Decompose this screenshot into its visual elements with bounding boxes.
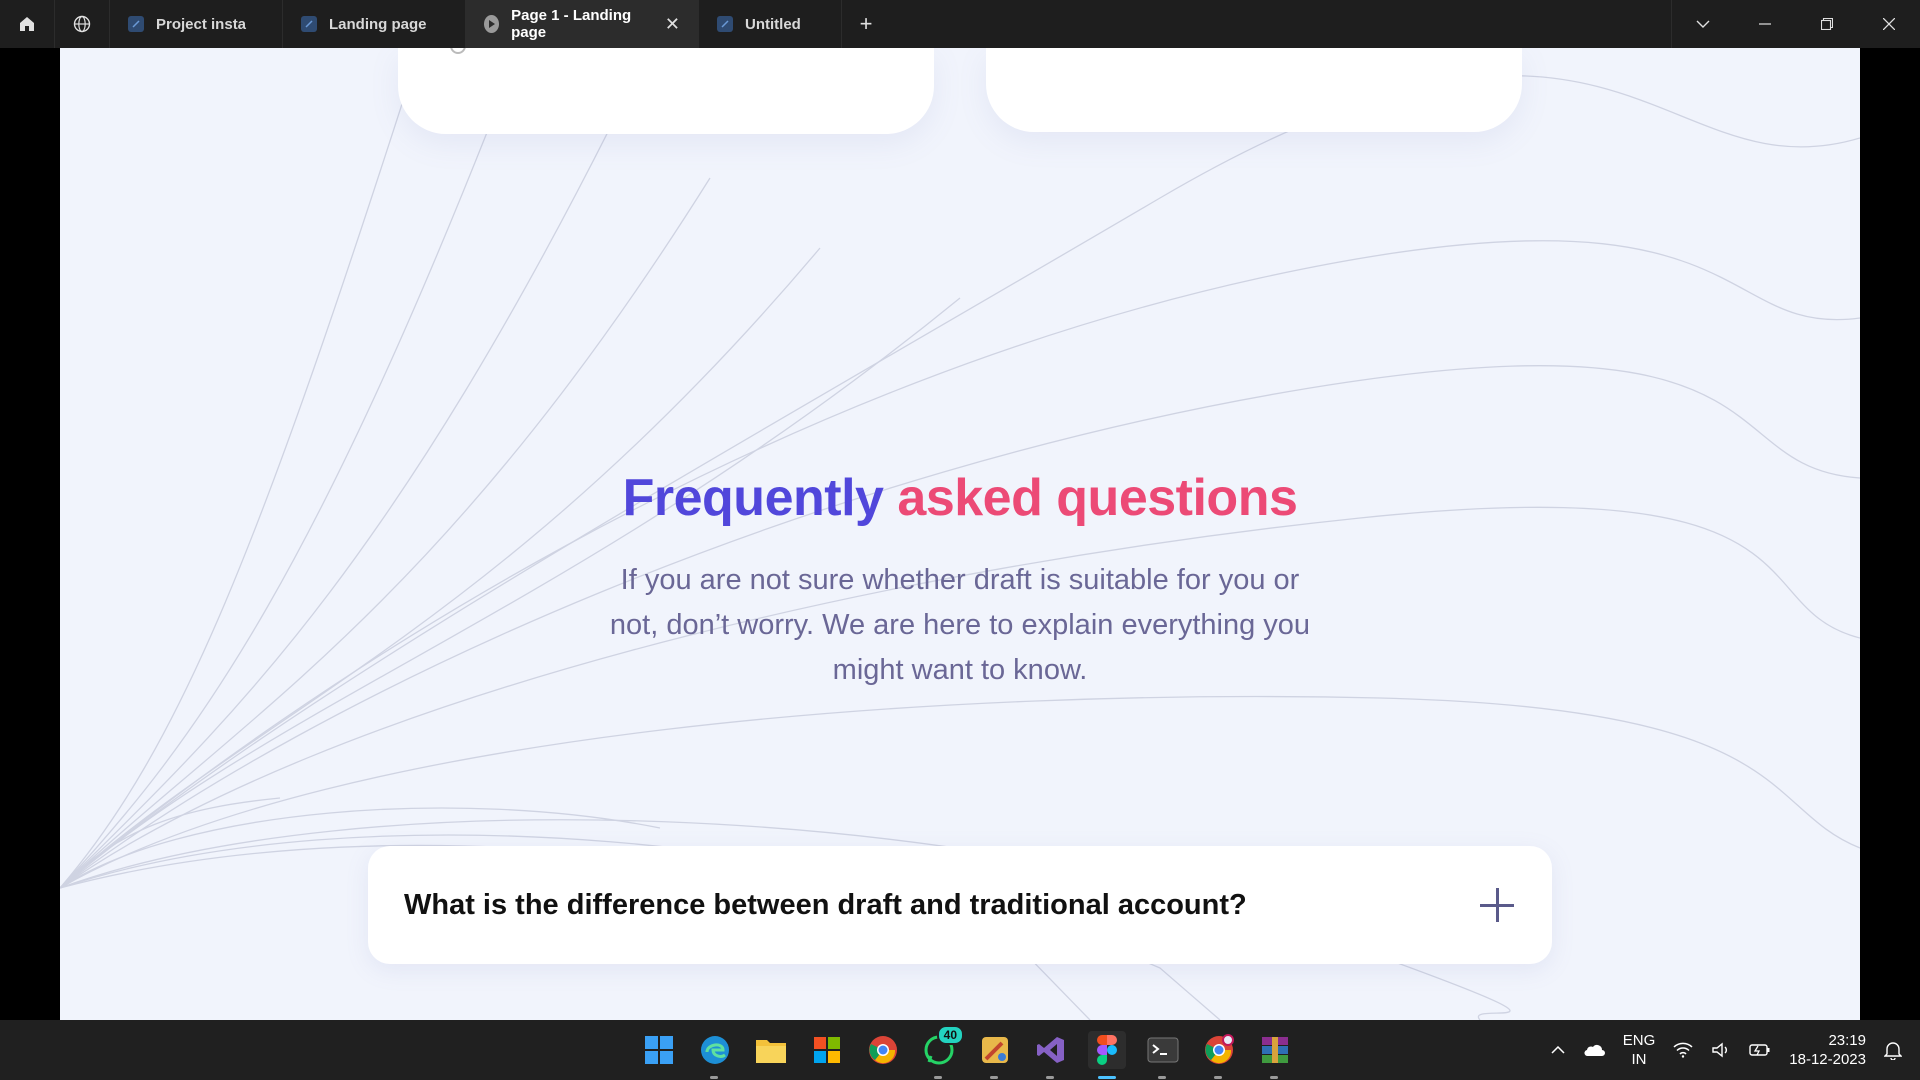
winrar-button[interactable] xyxy=(1256,1031,1294,1079)
visual-studio-icon xyxy=(1037,1037,1064,1063)
chrome-profile-button[interactable] xyxy=(1200,1031,1238,1079)
running-indicator xyxy=(990,1076,998,1079)
chevron-down-icon xyxy=(1696,20,1710,28)
home-button[interactable] xyxy=(0,0,55,48)
faq-title: Frequently asked questions xyxy=(60,468,1860,528)
windows-start-icon xyxy=(645,1036,673,1064)
running-indicator xyxy=(1046,1076,1054,1079)
close-window-button[interactable] xyxy=(1858,0,1920,48)
microsoft-store-button[interactable] xyxy=(808,1031,846,1069)
chrome-icon xyxy=(869,1036,897,1064)
tab-label: Page 1 - Landing page xyxy=(511,7,632,41)
notification-bell-icon[interactable] xyxy=(1884,1040,1902,1060)
paint-icon xyxy=(982,1037,1008,1063)
edge-button[interactable] xyxy=(696,1031,734,1079)
figma-file-icon xyxy=(717,16,733,32)
figma-icon xyxy=(1097,1035,1117,1065)
tab-label: Landing page xyxy=(329,15,427,33)
running-indicator xyxy=(1158,1076,1166,1079)
paint-button[interactable] xyxy=(976,1031,1014,1079)
minimize-button[interactable] xyxy=(1734,0,1796,48)
tabs-dropdown-button[interactable] xyxy=(1671,0,1734,48)
minimize-icon xyxy=(1759,23,1771,25)
tab-landing-page[interactable]: Landing page xyxy=(283,0,466,48)
figma-button[interactable] xyxy=(1088,1031,1126,1079)
faq-item[interactable]: What is the difference between draft and… xyxy=(368,846,1552,964)
tab-label: Untitled xyxy=(745,15,801,33)
restore-icon xyxy=(1821,18,1833,30)
faq-question: What is the difference between draft and… xyxy=(404,888,1247,921)
running-indicator xyxy=(1214,1076,1222,1079)
feature-card-right xyxy=(986,48,1522,132)
chrome-button[interactable] xyxy=(864,1031,902,1069)
chevron-up-icon[interactable] xyxy=(1551,1046,1565,1054)
design-canvas: Frequently asked questions If you are no… xyxy=(60,48,1860,1020)
faq-subtitle: If you are not sure whether draft is sui… xyxy=(609,564,1311,686)
terminal-button[interactable] xyxy=(1144,1031,1182,1079)
faq-title-accent: asked questions xyxy=(897,469,1298,527)
microsoft-store-icon xyxy=(814,1037,840,1063)
tab-label: Project insta xyxy=(156,15,247,33)
region-code: IN xyxy=(1631,1051,1647,1068)
restore-button[interactable] xyxy=(1796,0,1858,48)
onedrive-icon[interactable] xyxy=(1583,1043,1605,1057)
language-indicator[interactable]: ENG IN xyxy=(1623,1031,1656,1069)
running-indicator xyxy=(710,1076,718,1079)
date: 18-12-2023 xyxy=(1789,1051,1866,1068)
whatsapp-button[interactable]: 40 xyxy=(920,1025,964,1079)
notification-badge: 40 xyxy=(936,1025,964,1045)
visual-studio-button[interactable] xyxy=(1032,1031,1070,1079)
running-indicator xyxy=(934,1076,942,1079)
chrome-profile-icon xyxy=(1205,1034,1234,1064)
file-explorer-button[interactable] xyxy=(752,1031,790,1069)
tab-page-1-landing-page[interactable]: Page 1 - Landing page ✕ xyxy=(466,0,699,48)
title-bar: Project insta Landing page Page 1 - Land… xyxy=(0,0,1920,48)
taskbar-apps: 40 xyxy=(640,1020,1294,1080)
start-button[interactable] xyxy=(640,1031,678,1069)
community-button[interactable] xyxy=(55,0,110,48)
clock[interactable]: 23:19 18-12-2023 xyxy=(1789,1031,1866,1069)
add-tab-button[interactable]: + xyxy=(842,0,890,48)
close-tab-icon[interactable]: ✕ xyxy=(665,14,680,35)
close-icon xyxy=(1883,18,1895,30)
file-explorer-icon xyxy=(756,1040,786,1063)
terminal-icon xyxy=(1147,1037,1179,1063)
figma-file-icon xyxy=(128,16,144,32)
running-indicator xyxy=(1270,1076,1278,1079)
edge-icon xyxy=(701,1036,729,1064)
wifi-icon[interactable] xyxy=(1673,1042,1693,1058)
faq-title-primary: Frequently xyxy=(622,469,884,527)
tab-untitled[interactable]: Untitled xyxy=(699,0,842,48)
volume-icon[interactable] xyxy=(1711,1042,1731,1058)
check-icon xyxy=(450,48,466,54)
winrar-icon xyxy=(1262,1037,1288,1063)
figma-file-icon xyxy=(301,16,317,32)
system-tray: ENG IN 23:19 18-12-2023 xyxy=(1551,1020,1920,1080)
windows-taskbar: 40 ENG IN 23:19 18-12-2023 xyxy=(0,1020,1920,1080)
feature-card-left xyxy=(398,48,934,134)
tab-project-insta[interactable]: Project insta xyxy=(110,0,283,48)
active-indicator xyxy=(1098,1076,1116,1079)
time: 23:19 xyxy=(1828,1032,1866,1049)
play-icon xyxy=(484,15,500,33)
home-icon xyxy=(20,17,34,31)
globe-icon xyxy=(73,15,91,33)
battery-icon[interactable] xyxy=(1749,1043,1771,1057)
title-bar-spacer xyxy=(890,0,1671,48)
plus-icon[interactable] xyxy=(1478,886,1516,924)
language-code: ENG xyxy=(1622,1032,1656,1049)
